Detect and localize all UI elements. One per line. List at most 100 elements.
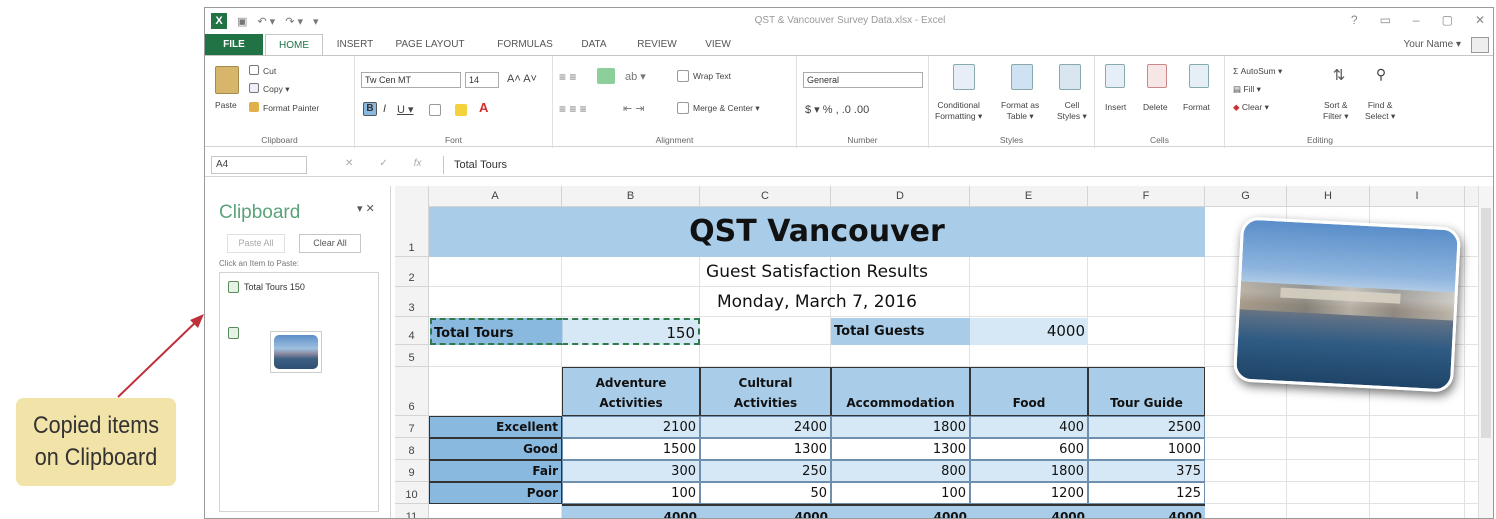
fill-color-icon[interactable]: [455, 104, 467, 116]
find-select-icon[interactable]: ⚲: [1371, 66, 1391, 90]
insert-function-icon[interactable]: fx: [414, 158, 422, 169]
header-food[interactable]: Food: [970, 367, 1088, 416]
total-tours-value[interactable]: 150: [562, 318, 700, 345]
format-painter-button[interactable]: Format Painter: [263, 103, 319, 113]
delete-button[interactable]: Delete: [1143, 102, 1168, 112]
total-guests-label[interactable]: Total Guests: [831, 318, 970, 345]
total-tours-label[interactable]: Total Tours: [430, 318, 562, 345]
cell-styles-button[interactable]: Cell Styles ▾: [1057, 100, 1087, 122]
sort-filter-icon[interactable]: ⇅: [1329, 66, 1349, 90]
clipboard-item-text[interactable]: Total Tours 150: [228, 281, 305, 293]
worksheet-grid[interactable]: ABCDEFGHI 1 2 3 4 5 6 7 8 9 10 11 QST Vancouver Gu…: [395, 186, 1480, 518]
data-cell[interactable]: 2400: [700, 416, 831, 438]
number-format-select[interactable]: General: [803, 72, 923, 88]
font-color-icon[interactable]: A: [479, 100, 488, 115]
data-cell[interactable]: 1300: [700, 438, 831, 460]
vancouver-photo[interactable]: [1232, 216, 1462, 393]
orientation-icon[interactable]: ab ▾: [625, 70, 646, 83]
tab-review[interactable]: REVIEW: [627, 34, 687, 56]
total-cell[interactable]: 4000: [831, 504, 970, 518]
row-header-6[interactable]: 6: [395, 367, 429, 416]
header-tour-guide[interactable]: Tour Guide: [1088, 367, 1205, 416]
paste-all-button[interactable]: Paste All: [227, 234, 285, 253]
paste-icon[interactable]: [215, 66, 239, 94]
data-cell[interactable]: 400: [970, 416, 1088, 438]
column-header-b[interactable]: B: [562, 186, 700, 207]
column-header-i[interactable]: I: [1370, 186, 1465, 207]
total-cell[interactable]: 4000: [970, 504, 1088, 518]
header-cultural[interactable]: Cultural Activities: [700, 367, 831, 416]
data-cell[interactable]: 1800: [970, 460, 1088, 482]
select-all-corner[interactable]: [395, 186, 429, 207]
help-icon[interactable]: ?: [1351, 13, 1358, 27]
grow-shrink-font-icon[interactable]: A˄ A˅: [507, 73, 537, 85]
bold-icon[interactable]: B: [363, 102, 377, 116]
sheet-title[interactable]: QST Vancouver: [429, 207, 1205, 257]
cell-styles-icon[interactable]: [1059, 64, 1081, 90]
close-icon[interactable]: ✕: [1475, 13, 1485, 27]
column-header-h[interactable]: H: [1287, 186, 1370, 207]
autosum-button[interactable]: Σ AutoSum ▾: [1233, 66, 1282, 77]
data-cell[interactable]: 1000: [1088, 438, 1205, 460]
header-accommodation[interactable]: Accommodation: [831, 367, 970, 416]
user-name[interactable]: Your Name ▾: [1404, 39, 1461, 50]
data-cell[interactable]: 125: [1088, 482, 1205, 504]
row-header-9[interactable]: 9: [395, 460, 429, 482]
column-header-g[interactable]: G: [1205, 186, 1287, 207]
merge-center-button[interactable]: Merge & Center ▾: [693, 103, 760, 114]
tab-home[interactable]: HOME: [265, 34, 323, 56]
italic-icon[interactable]: I: [383, 103, 386, 115]
data-cell[interactable]: 250: [700, 460, 831, 482]
fill-button[interactable]: ▤ Fill ▾: [1233, 84, 1261, 95]
tab-insert[interactable]: INSERT: [327, 34, 383, 56]
wrap-text-icon[interactable]: [677, 70, 689, 82]
conditional-formatting-button[interactable]: Conditional Formatting ▾: [935, 100, 982, 122]
scrollbar-thumb[interactable]: [1481, 208, 1491, 438]
sheet-date[interactable]: Monday, March 7, 2016: [429, 287, 1205, 317]
borders-icon[interactable]: [429, 104, 441, 116]
row-header-4[interactable]: 4: [395, 317, 429, 345]
insert-button[interactable]: Insert: [1105, 102, 1126, 112]
format-as-table-icon[interactable]: [1011, 64, 1033, 90]
underline-icon[interactable]: U ▾: [397, 103, 414, 116]
format-painter-icon[interactable]: [249, 102, 259, 112]
copy-icon[interactable]: [249, 83, 259, 93]
row-label-poor[interactable]: Poor: [429, 482, 562, 504]
column-header-e[interactable]: E: [970, 186, 1088, 207]
row-header-7[interactable]: 7: [395, 416, 429, 438]
maximize-icon[interactable]: ▢: [1442, 13, 1453, 27]
total-cell[interactable]: 4000: [1088, 504, 1205, 518]
column-header-a[interactable]: A: [429, 186, 562, 207]
data-cell[interactable]: 1500: [562, 438, 700, 460]
indent-icons[interactable]: ⇤ ⇥: [623, 102, 645, 115]
row-header-11[interactable]: 11: [395, 504, 429, 518]
clipboard-item-picture[interactable]: [270, 331, 322, 373]
enter-icon[interactable]: ✓: [379, 158, 387, 169]
data-cell[interactable]: 2500: [1088, 416, 1205, 438]
align-middle-icon[interactable]: [597, 68, 615, 84]
row-header-10[interactable]: 10: [395, 482, 429, 504]
minimize-icon[interactable]: –: [1413, 13, 1420, 27]
data-cell[interactable]: 100: [562, 482, 700, 504]
data-cell[interactable]: 800: [831, 460, 970, 482]
tab-formulas[interactable]: FORMULAS: [487, 34, 563, 56]
insert-cells-icon[interactable]: [1105, 64, 1125, 88]
data-cell[interactable]: 2100: [562, 416, 700, 438]
format-button[interactable]: Format: [1183, 102, 1210, 112]
header-adventure[interactable]: Adventure Activities: [562, 367, 700, 416]
data-cell[interactable]: 100: [831, 482, 970, 504]
column-header-c[interactable]: C: [700, 186, 831, 207]
sort-filter-button[interactable]: Sort & Filter ▾: [1323, 100, 1349, 122]
row-header-3[interactable]: 3: [395, 287, 429, 317]
total-cell[interactable]: 4000: [562, 504, 700, 518]
align-left-center-right-icons[interactable]: ≡ ≡ ≡: [559, 102, 587, 116]
align-top-icons[interactable]: ≡ ≡: [559, 70, 576, 84]
number-format-buttons[interactable]: $ ▾ % , .0 .00: [805, 103, 869, 116]
row-header-8[interactable]: 8: [395, 438, 429, 460]
data-cell[interactable]: 50: [700, 482, 831, 504]
data-cell[interactable]: 1200: [970, 482, 1088, 504]
data-cell[interactable]: 600: [970, 438, 1088, 460]
total-guests-value[interactable]: 4000: [970, 318, 1088, 345]
clear-all-button[interactable]: Clear All: [299, 234, 361, 253]
row-header-1[interactable]: 1: [395, 207, 429, 257]
